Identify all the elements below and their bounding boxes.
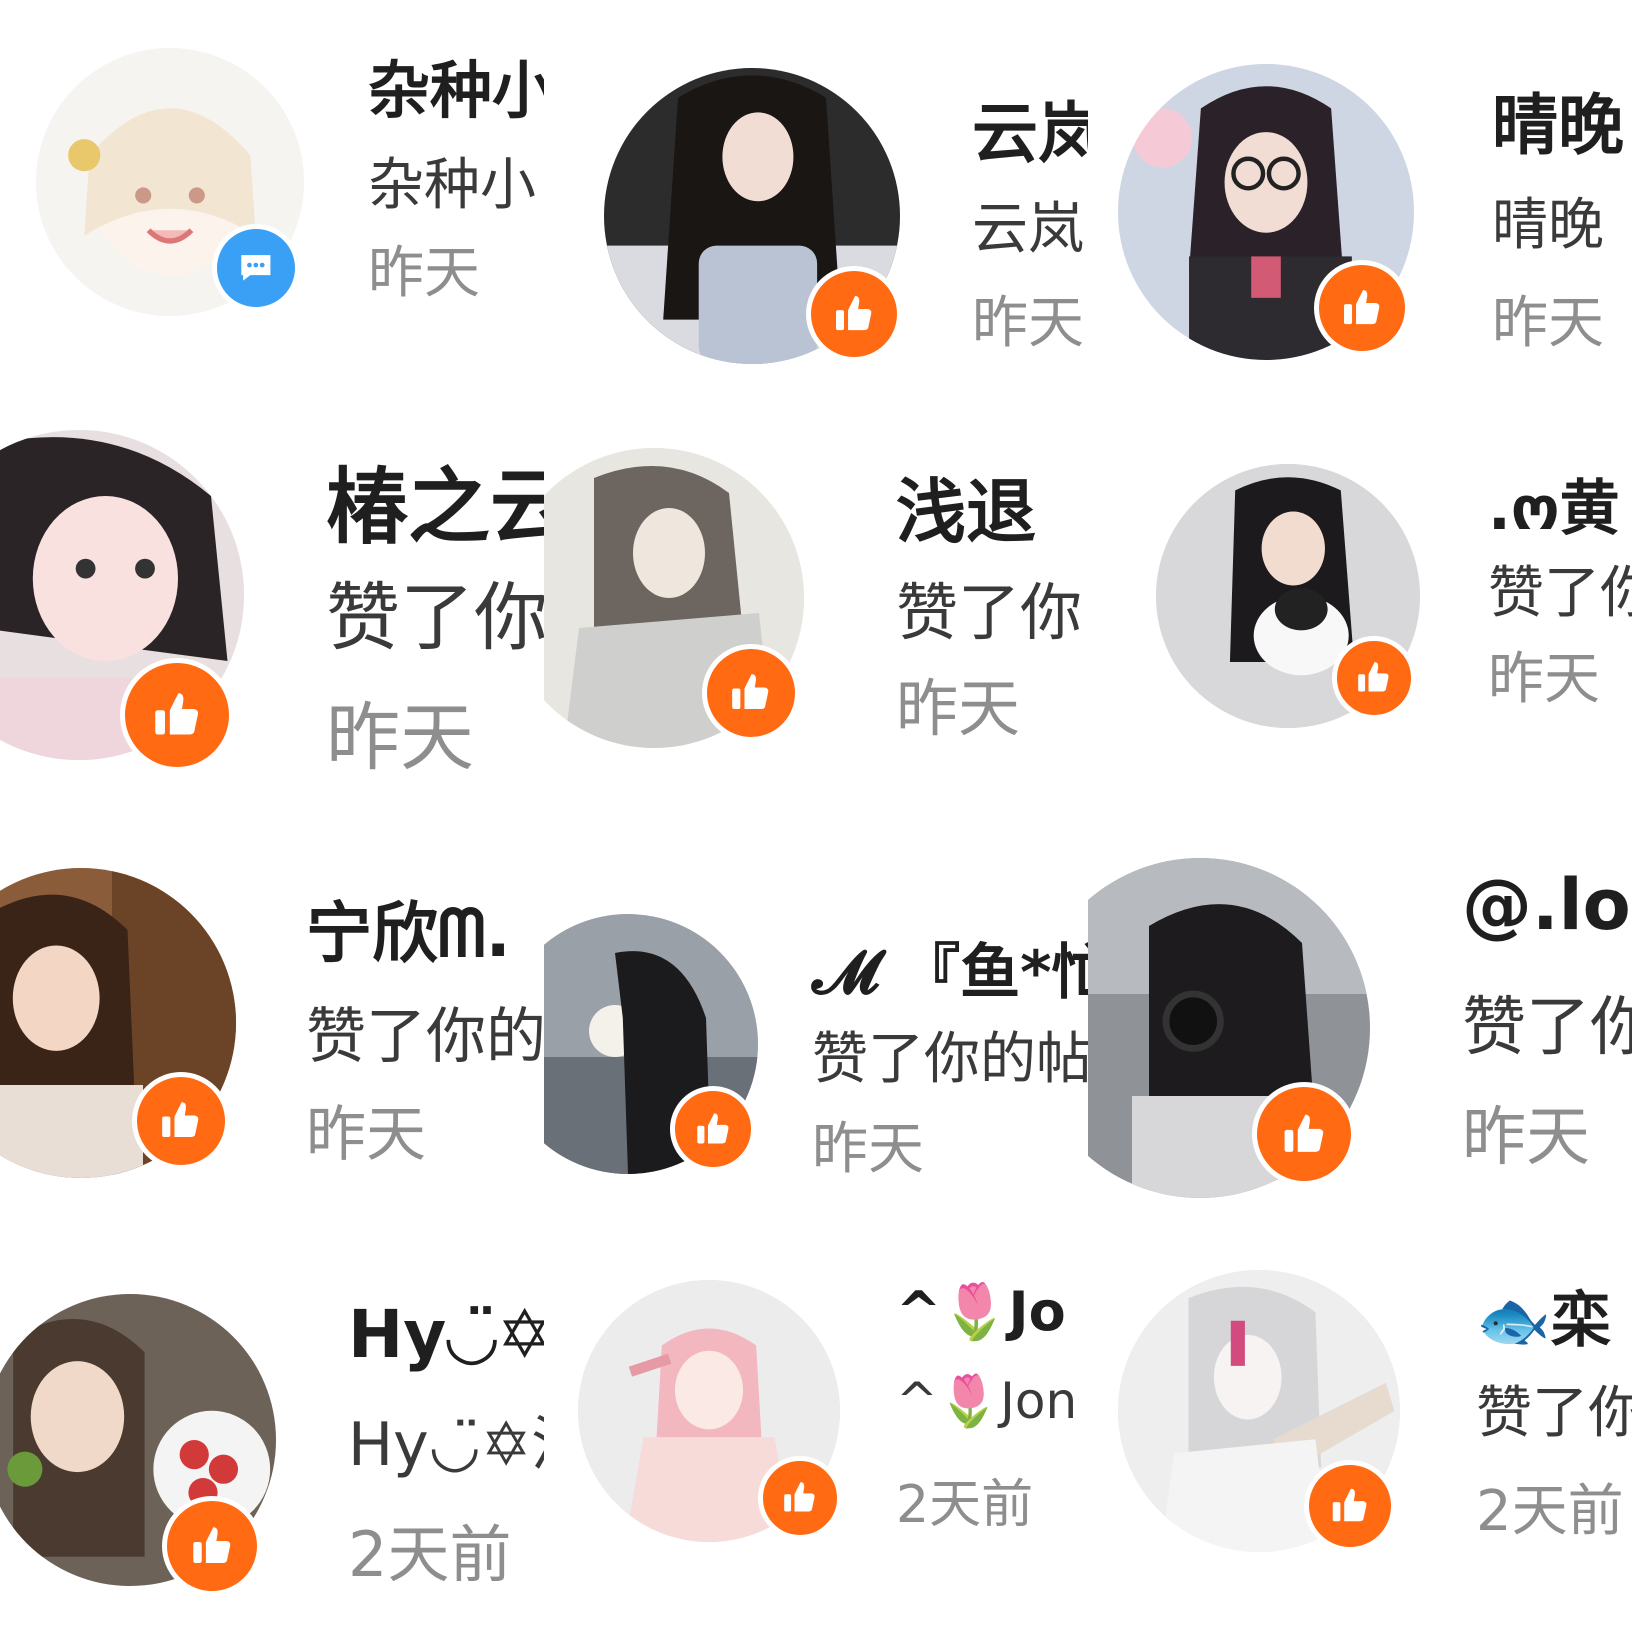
avatar[interactable] [544,914,758,1174]
avatar[interactable] [36,48,304,316]
avatar[interactable] [544,448,804,748]
timestamp: 昨天 [972,291,1084,356]
notification-text: 赞了你 [326,575,544,661]
avatar[interactable] [604,68,902,364]
notification-item[interactable]: 晴晚 晴晚 昨天 [1088,0,1632,408]
notification-text: ^🌷Jon [896,1372,1078,1430]
avatar[interactable] [578,1280,842,1542]
avatar[interactable] [1118,1270,1400,1552]
notification-text: Hy◡̈✡温 [348,1410,544,1480]
avatar[interactable] [1118,64,1414,360]
notification-text: 赞了你 [896,576,1083,649]
user-name: .ო黄 [1488,474,1620,544]
user-name: 🐟栾 [1476,1286,1611,1356]
notification-item[interactable]: 宁欣ᗰ. 赞了你的 昨天 [0,816,544,1224]
notification-item[interactable]: @.lo 赞了你 昨天 [1088,816,1632,1224]
timestamp: 昨天 [1492,291,1604,356]
thumbs-up-icon [120,658,234,772]
notification-text: 赞了你的帖 [812,1027,1088,1092]
notification-item[interactable]: Hy◡̈✡ Hy◡̈✡温 2天前 [0,1224,544,1632]
user-name: 晴晚 [1492,87,1624,164]
notification-item[interactable]: 椿之云 赞了你 昨天 [0,408,544,816]
notification-text: 云岚 [972,197,1084,262]
avatar[interactable] [0,868,236,1178]
timestamp: 昨天 [896,672,1021,745]
notification-item[interactable]: 云岚 云岚 昨天 [544,0,1088,408]
notification-text: 赞了你 [1462,991,1632,1065]
notification-text: 赞了你 [1476,1381,1632,1446]
notification-text: 杂种小 [368,153,536,218]
timestamp: 昨天 [326,695,474,781]
notification-item[interactable]: ^🌷Jo ^🌷Jon 2天前 [544,1224,1088,1632]
user-name: @.lo [1462,864,1631,946]
thumbs-up-icon [1314,260,1410,356]
timestamp: 昨天 [812,1117,924,1182]
notification-item[interactable]: 浅退 赞了你 昨天 [544,408,1088,816]
notification-text: 赞了你 [1488,561,1632,626]
thumbs-up-icon [1252,1082,1356,1186]
timestamp: 2天前 [896,1475,1034,1535]
message-icon [212,224,300,312]
user-name: 宁欣ᗰ. [306,895,511,972]
notification-item[interactable]: 𝓜 『鱼*忙 赞了你的帖 昨天 [544,816,1088,1224]
thumbs-up-icon [1332,636,1416,720]
timestamp: 昨天 [1488,647,1600,712]
notification-text: 赞了你的 [306,1002,544,1072]
avatar[interactable] [1088,858,1370,1198]
thumbs-up-icon [702,644,800,742]
user-name: ^🌷Jo [896,1280,1066,1343]
thumbs-up-icon [758,1456,842,1540]
user-name: 椿之云 [326,460,544,555]
avatar[interactable] [1156,464,1420,728]
user-name: 浅退 [896,471,1036,553]
avatar[interactable] [0,430,244,772]
user-name: 杂种小 [368,54,544,127]
timestamp: 2天前 [348,1518,512,1591]
notification-item[interactable]: .ო黄 赞了你 昨天 [1088,408,1632,816]
timestamp: 2天前 [1476,1479,1624,1544]
timestamp: 昨天 [368,241,480,306]
avatar[interactable] [0,1294,276,1596]
thumbs-up-icon [806,266,902,362]
notification-text: 晴晚 [1492,193,1604,258]
notification-item[interactable]: 杂种小 杂种小 昨天 [0,0,544,408]
thumbs-up-icon [670,1086,756,1172]
user-name: 云岚 [972,95,1088,172]
timestamp: 昨天 [306,1100,426,1170]
timestamp: 昨天 [1462,1101,1590,1175]
thumbs-up-icon [1304,1460,1396,1552]
thumbs-up-icon [132,1072,230,1170]
user-name: 𝓜 『鱼*忙 [812,938,1088,1008]
user-name: Hy◡̈✡ [348,1296,544,1373]
notification-item[interactable]: 🐟栾 赞了你 2天前 [1088,1224,1632,1632]
thumbs-up-icon [162,1496,262,1596]
